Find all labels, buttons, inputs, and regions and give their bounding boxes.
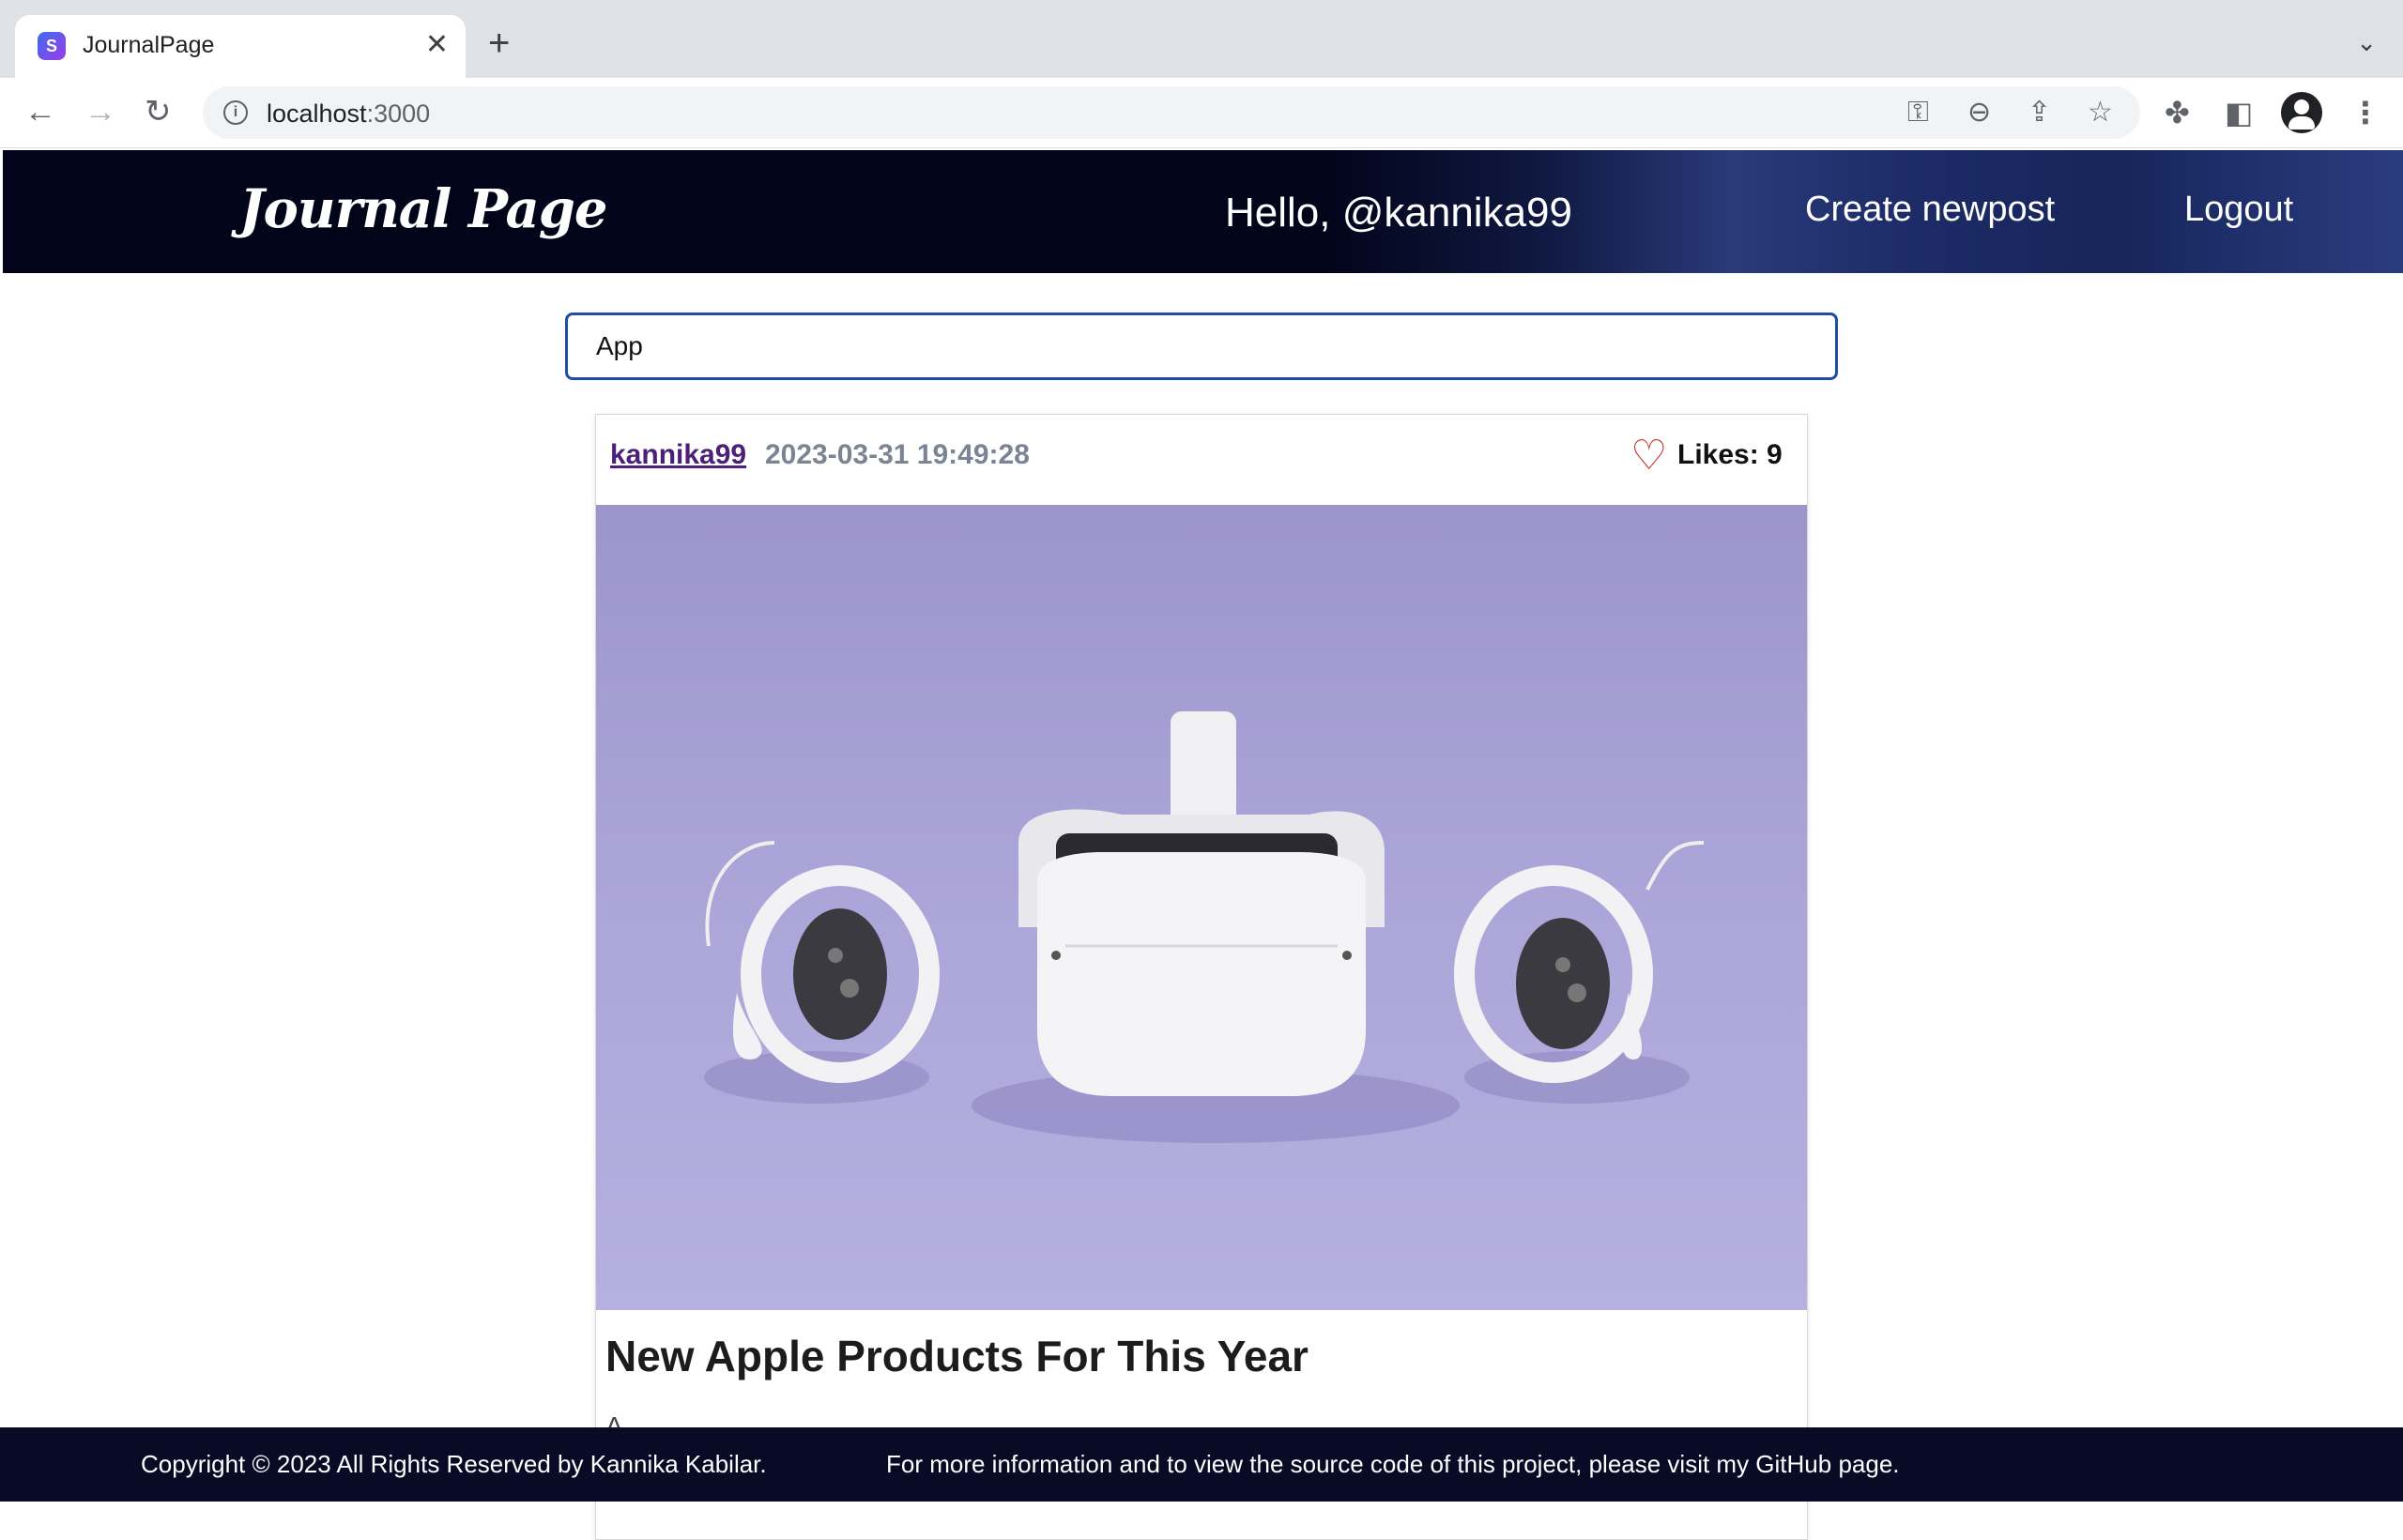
info-icon[interactable]: i [223,100,248,125]
post-image [596,505,1807,1310]
tab-search-chevron-icon[interactable]: ⌄ [2356,28,2377,57]
browser-tab-bar: S JournalPage ✕ + ⌄ [0,0,2403,78]
create-newpost-link[interactable]: Create newpost [1805,190,2055,230]
more-vert-icon[interactable]: ⋮ [2350,95,2380,130]
site-navbar: Journal Page Hello, @kannika99 Create ne… [3,150,2403,273]
url-text[interactable]: localhost:3000 [267,99,430,129]
footer-github-info[interactable]: For more information and to view the sou… [886,1450,1900,1479]
post-date: 2023-03-31 19:49:28 [765,439,1030,470]
browser-tab[interactable]: S JournalPage ✕ [15,15,466,78]
logout-link[interactable]: Logout [2184,190,2293,230]
back-arrow-icon[interactable]: ← [24,93,56,130]
zoom-out-icon[interactable]: ⊖ [1967,98,1991,128]
post-title[interactable]: New Apple Products For This Year [605,1331,1309,1381]
site-logo[interactable]: Journal Page [239,178,608,240]
key-icon[interactable]: ⚿ [1907,98,1929,128]
tab-title: JournalPage [83,32,215,58]
address-bar[interactable]: i localhost:3000 ⚿ ⊖ ⇪ ☆ [203,86,2140,139]
star-icon[interactable]: ☆ [2088,98,2113,128]
vr-headset-illustration [704,711,1705,1143]
new-tab-icon[interactable]: + [488,24,510,62]
profile-icon[interactable] [2281,92,2322,133]
likes-count: Likes: 9 [1677,439,1783,470]
heart-icon[interactable]: ♡ [1630,435,1667,477]
forward-arrow-icon[interactable]: → [84,93,116,130]
share-icon[interactable]: ⇪ [2028,98,2051,128]
browser-toolbar: ← → ↻ i localhost:3000 ⚿ ⊖ ⇪ ☆ ✤ ◧ ⋮ [0,78,2403,148]
puzzle-icon[interactable]: ✤ [2165,95,2190,130]
footer-copyright: Copyright © 2023 All Rights Reserved by … [141,1450,767,1478]
post-card: kannika99 2023-03-31 19:49:28 ♡ Likes: 9 [595,414,1808,1540]
close-tab-icon[interactable]: ✕ [425,26,449,64]
search-input[interactable] [565,313,1838,380]
post-author-link[interactable]: kannika99 [610,439,746,471]
reload-icon[interactable]: ↻ [145,93,172,130]
favicon-icon: S [38,32,66,60]
user-greeting: Hello, @kannika99 [1225,190,1572,236]
site-footer: Copyright © 2023 All Rights Reserved by … [0,1427,2403,1502]
side-panel-icon[interactable]: ◧ [2225,95,2253,130]
